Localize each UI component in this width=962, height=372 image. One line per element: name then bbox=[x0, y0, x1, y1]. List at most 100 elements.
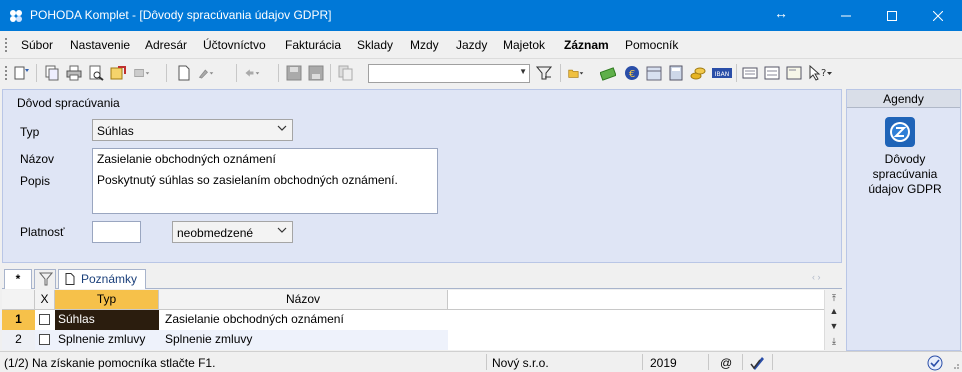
scroll-top-icon[interactable]: ⤒ bbox=[828, 292, 840, 304]
pohoda-app-icon[interactable] bbox=[8, 8, 24, 24]
print-preview-icon[interactable] bbox=[88, 65, 104, 81]
typ-label: Typ bbox=[20, 125, 40, 139]
table-row[interactable]: 1 Súhlas Zasielanie obchodných oznámení bbox=[2, 310, 448, 330]
pencil-check-icon[interactable] bbox=[750, 355, 766, 371]
message-icon[interactable] bbox=[742, 65, 758, 81]
typ-select[interactable]: Súhlas bbox=[92, 119, 293, 141]
status-company: Nový s.r.o. bbox=[492, 356, 549, 370]
minimize-button[interactable] bbox=[823, 0, 869, 31]
menu-sklady[interactable]: Sklady bbox=[357, 38, 393, 52]
detail-tab-strip: * Poznámky ‹ › bbox=[2, 269, 842, 289]
row-checkbox[interactable] bbox=[39, 314, 50, 325]
tab-scroll-arrows[interactable]: ‹ › bbox=[812, 272, 821, 282]
nazov-label: Názov bbox=[20, 152, 55, 166]
chevron-down-icon[interactable]: ▼ bbox=[519, 67, 527, 76]
euro-icon[interactable]: € bbox=[624, 65, 640, 81]
popis-label: Popis bbox=[20, 174, 51, 188]
row-number: 2 bbox=[2, 330, 35, 350]
scroll-up-icon[interactable]: ▲ bbox=[828, 305, 840, 317]
close-button[interactable] bbox=[915, 0, 961, 31]
filter-icon[interactable] bbox=[536, 65, 552, 81]
status-separator bbox=[772, 354, 773, 370]
section-title: Dôvod spracúvania bbox=[17, 96, 120, 110]
table-row[interactable]: 2 Splnenie zmluvy Splnenie zmluvy bbox=[2, 330, 448, 350]
check-column-header[interactable]: X bbox=[35, 290, 55, 310]
svg-text:?: ? bbox=[821, 68, 826, 79]
calendar-icon[interactable] bbox=[646, 65, 662, 81]
list-icon[interactable] bbox=[764, 65, 780, 81]
status-separator bbox=[742, 354, 743, 370]
popis-input[interactable]: Poskytnutý súhlas so zasielaním obchodný… bbox=[97, 173, 398, 187]
back-arrow-icon[interactable] bbox=[244, 65, 260, 81]
document-icon bbox=[65, 273, 75, 285]
agendy-header: Agendy bbox=[847, 90, 960, 108]
platnost-select[interactable]: neobmedzené bbox=[172, 221, 293, 243]
menu-jazdy[interactable]: Jazdy bbox=[456, 38, 487, 52]
row-checkbox[interactable] bbox=[39, 334, 50, 345]
copy-document-icon[interactable] bbox=[44, 65, 60, 81]
status-hint: (1/2) Na získanie pomocníka stlačte F1. bbox=[4, 356, 216, 370]
save-all-icon[interactable] bbox=[308, 65, 324, 81]
coins-icon[interactable] bbox=[690, 65, 706, 81]
tab-notes[interactable]: Poznámky bbox=[58, 269, 146, 289]
platnost-select-value: neobmedzené bbox=[177, 226, 254, 240]
platnost-label: Platnosť bbox=[20, 225, 65, 239]
toolbar-separator bbox=[278, 64, 279, 82]
typ-cell[interactable]: Splnenie zmluvy bbox=[55, 330, 159, 350]
menu-uctovnictvo[interactable]: Účtovníctvo bbox=[203, 38, 266, 52]
quick-search-combo[interactable]: ▼ bbox=[368, 64, 530, 83]
save-icon[interactable] bbox=[286, 65, 302, 81]
vertical-scrollbar[interactable]: ⤒ ▲ ▼ ⤓ bbox=[824, 290, 842, 350]
iban-icon[interactable]: IBAN bbox=[712, 65, 732, 81]
row-checkbox-cell[interactable] bbox=[35, 310, 55, 330]
menu-adresar[interactable]: Adresár bbox=[145, 38, 187, 52]
agendy-panel: Agendy Dôvody spracúvania údajov GDPR bbox=[846, 89, 961, 351]
menu-grip[interactable] bbox=[5, 38, 8, 52]
maximize-button[interactable] bbox=[869, 0, 915, 31]
export-icon[interactable] bbox=[110, 65, 126, 81]
tab-new-record[interactable]: * bbox=[4, 269, 32, 289]
resize-grip-icon[interactable] bbox=[950, 360, 960, 370]
notes-icon[interactable] bbox=[786, 65, 802, 81]
scroll-bottom-icon[interactable]: ⤓ bbox=[828, 335, 840, 347]
help-pointer-icon[interactable]: ? bbox=[808, 65, 832, 81]
menu-nastavenie[interactable]: Nastavenie bbox=[70, 38, 130, 52]
edit-record-icon[interactable] bbox=[198, 65, 214, 81]
nazov-cell[interactable]: Splnenie zmluvy bbox=[159, 330, 448, 350]
typ-select-value: Súhlas bbox=[97, 124, 134, 138]
check-circle-icon[interactable] bbox=[927, 355, 943, 371]
typ-column-header[interactable]: Typ bbox=[55, 290, 159, 310]
menu-subor[interactable]: Súbor bbox=[21, 38, 53, 52]
calculator-icon[interactable] bbox=[668, 65, 684, 81]
typ-cell[interactable]: Súhlas bbox=[55, 310, 159, 330]
row-checkbox-cell[interactable] bbox=[35, 330, 55, 350]
status-email-icon[interactable]: @ bbox=[720, 356, 732, 370]
chevron-down-icon[interactable] bbox=[277, 225, 287, 235]
platnost-date-input[interactable] bbox=[92, 221, 141, 243]
status-separator bbox=[486, 354, 487, 370]
dropdown-tools-icon[interactable] bbox=[134, 65, 150, 81]
menu-pomocnik[interactable]: Pomocník bbox=[625, 38, 678, 52]
print-icon[interactable] bbox=[66, 65, 82, 81]
agenda-item-gdpr-reasons[interactable]: Dôvody spracúvania údajov GDPR bbox=[855, 152, 955, 197]
gdpr-agenda-icon[interactable] bbox=[884, 116, 916, 148]
nazov-cell[interactable]: Zasielanie obchodných oznámení bbox=[159, 310, 448, 330]
menu-majetok[interactable]: Majetok bbox=[503, 38, 545, 52]
filter-list-icon[interactable] bbox=[14, 65, 30, 81]
nazov-popis-field[interactable]: Zasielanie obchodných oznámení Poskytnut… bbox=[92, 148, 438, 214]
menu-zaznam[interactable]: Záznam bbox=[564, 38, 609, 52]
scroll-down-icon[interactable]: ▼ bbox=[828, 320, 840, 332]
menu-fakturacia[interactable]: Fakturácia bbox=[285, 38, 341, 52]
tab-filter[interactable] bbox=[34, 269, 56, 289]
money-icon[interactable] bbox=[600, 65, 616, 81]
record-form: Dôvod spracúvania Typ Súhlas Názov Popis… bbox=[2, 89, 842, 263]
duplicate-icon[interactable] bbox=[338, 65, 354, 81]
folder-icon[interactable] bbox=[568, 65, 584, 81]
new-record-icon[interactable] bbox=[176, 65, 192, 81]
svg-text:IBAN: IBAN bbox=[715, 71, 729, 78]
toolbar-grip[interactable] bbox=[5, 66, 8, 80]
nazov-input[interactable]: Zasielanie obchodných oznámení bbox=[97, 152, 276, 166]
menu-mzdy[interactable]: Mzdy bbox=[410, 38, 439, 52]
nazov-column-header[interactable]: Názov bbox=[159, 290, 448, 310]
chevron-down-icon[interactable] bbox=[277, 123, 287, 133]
